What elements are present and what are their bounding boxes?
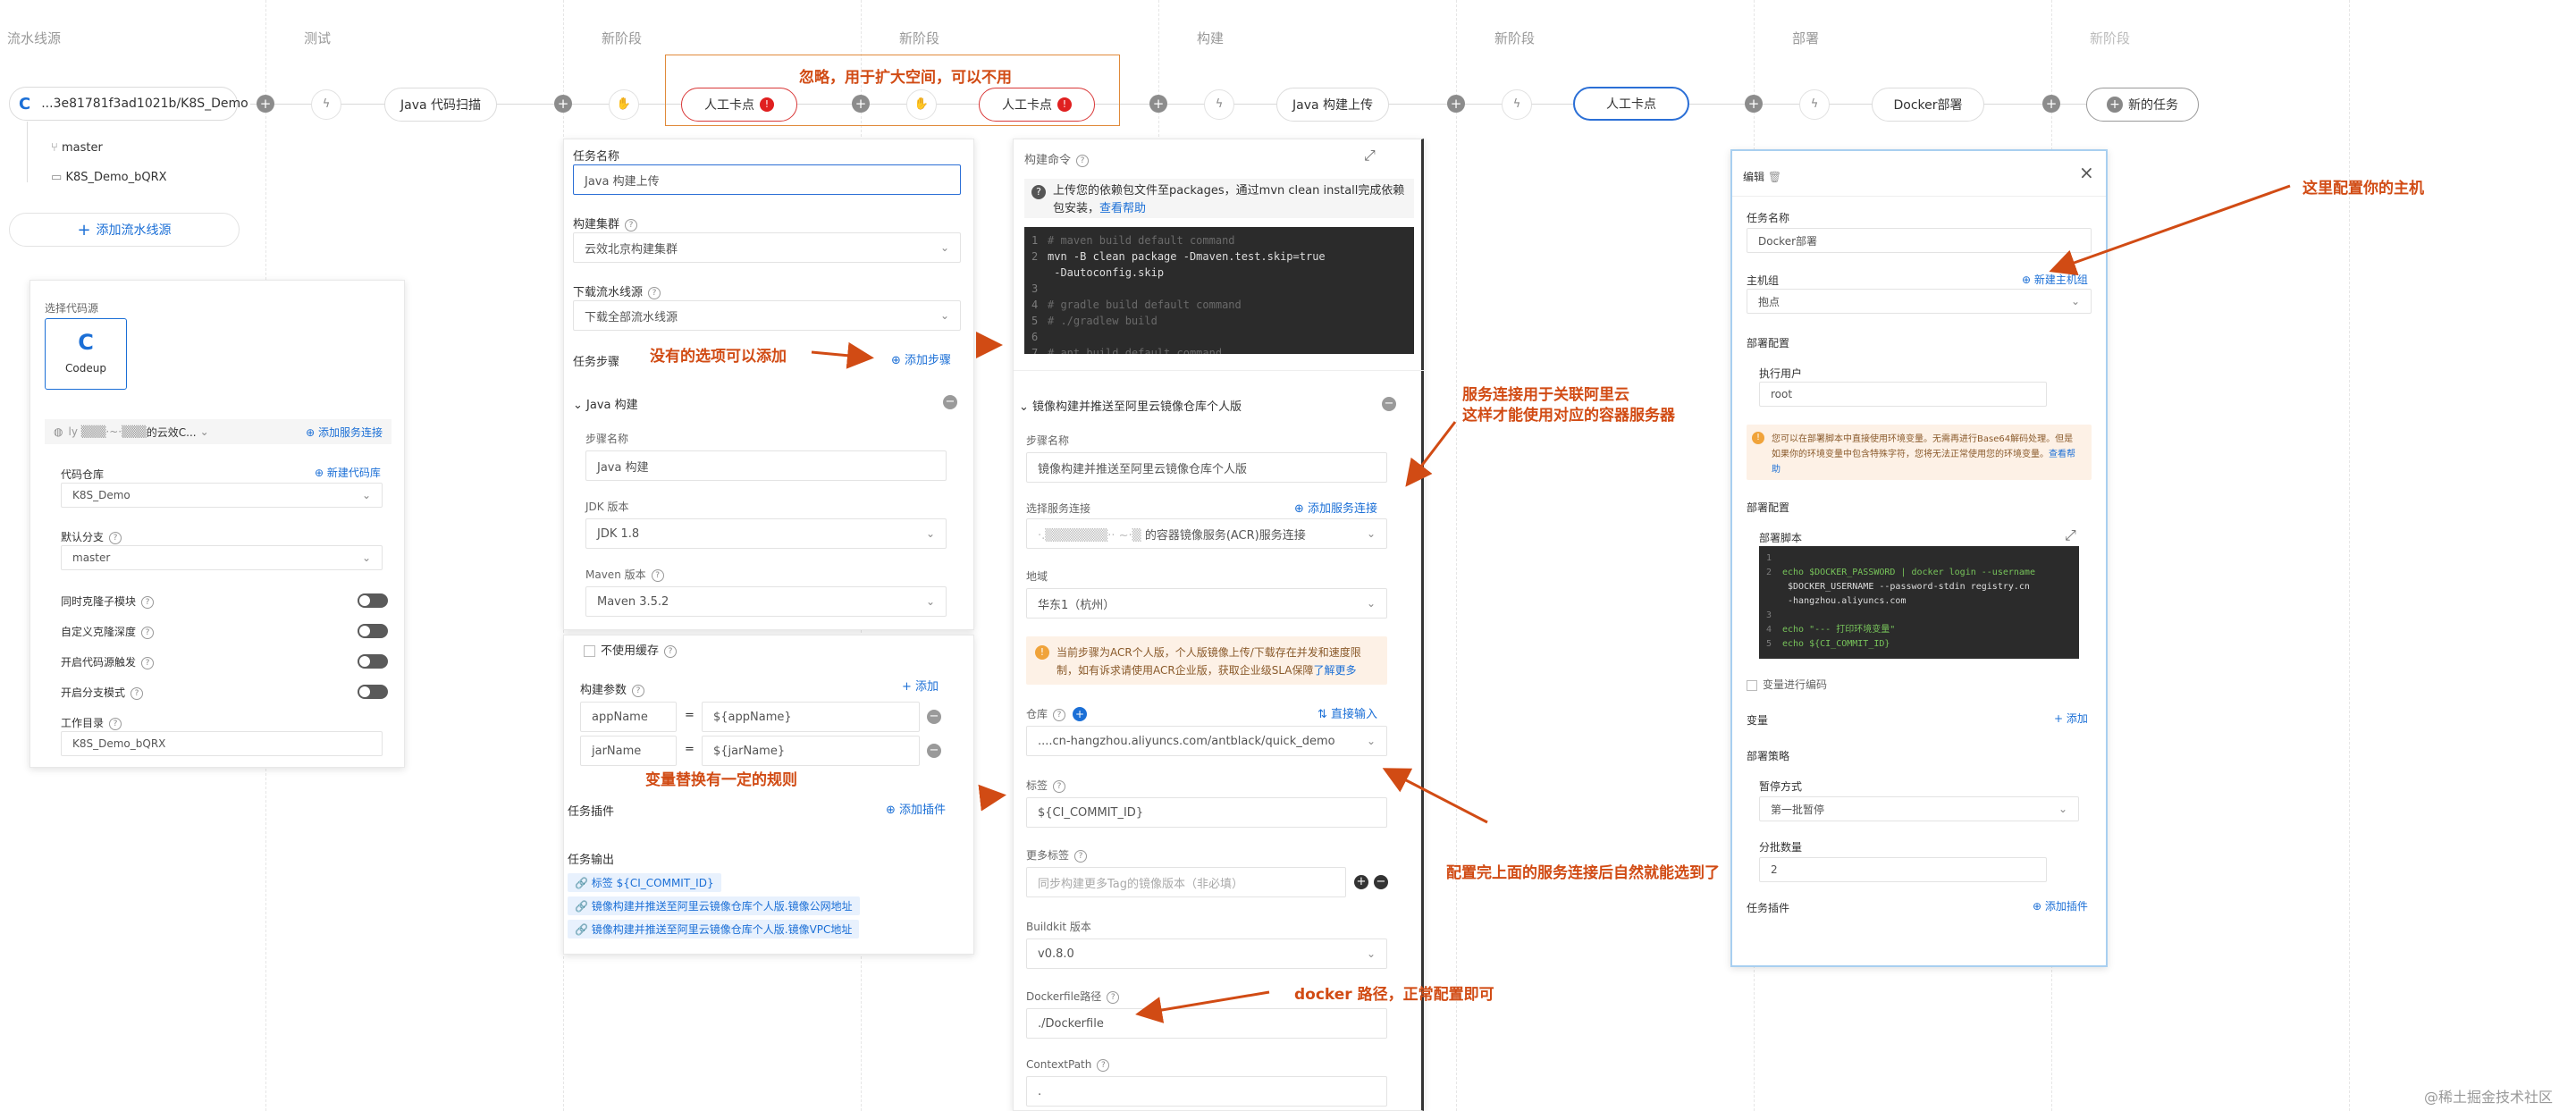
watermark: @稀土掘金技术社区 [2424,1089,2554,1106]
annotation-arrows [811,184,2291,1023]
